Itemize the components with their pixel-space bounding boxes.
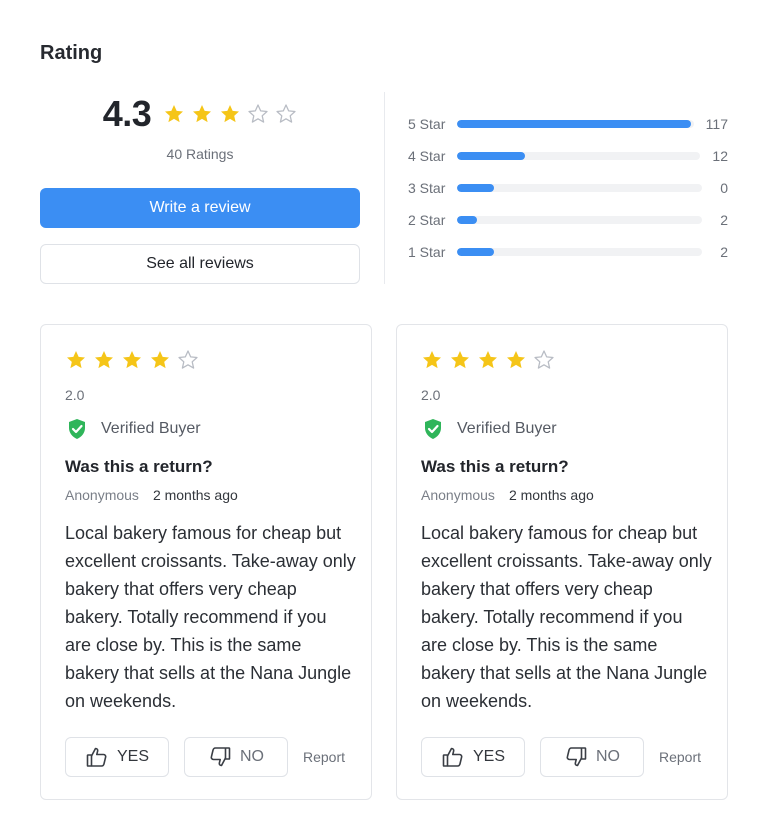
report-link[interactable]: Report [303,749,345,765]
star-icon [191,103,213,125]
star-icon [247,103,269,125]
distribution-row: 1 Star 2 [408,240,728,264]
review-time: 2 months ago [152,487,238,503]
distribution-fill [457,120,692,128]
helpful-yes-button[interactable]: YES [421,737,525,777]
verified-badge: Verified Buyer [421,417,557,441]
star-icon [505,349,527,371]
write-review-button[interactable]: Write a review [40,188,360,228]
thumbs-up-icon [85,745,109,769]
distribution-fill [457,184,495,192]
distribution-count: 12 [712,148,728,164]
rating-summary: 4.3 40 Ratings [40,92,360,162]
distribution-label: 5 Star [408,116,446,132]
distribution-count: 2 [720,244,728,260]
summary-stars [163,103,297,125]
distribution-track [457,152,701,160]
distribution-fill [457,152,526,160]
star-icon [93,349,115,371]
verified-shield-icon [421,417,445,441]
thumbs-up-icon [441,745,465,769]
review-body: Local bakery famous for cheap but excell… [421,523,712,711]
distribution-track [457,184,702,192]
no-label: NO [596,748,620,765]
average-score: 4.3 [102,93,152,134]
no-label: NO [240,748,264,765]
review-card: 2.0 Verified Buyer Was this a return? An… [40,324,372,800]
distribution-count: 2 [720,212,728,228]
distribution-track [457,216,702,224]
distribution-label: 3 Star [408,180,446,196]
review-stars [421,349,555,371]
review-rating: 2.0 [65,387,85,403]
distribution-row: 3 Star 0 [408,176,728,200]
see-all-reviews-button[interactable]: See all reviews [40,244,360,284]
distribution-track [457,120,694,128]
star-icon [65,349,87,371]
star-icon [177,349,199,371]
helpful-yes-button[interactable]: YES [65,737,169,777]
star-icon [421,349,443,371]
distribution-label: 4 Star [408,148,446,164]
score-row: 4.3 [40,92,360,136]
review-meta: Anonymous 2 months ago [65,487,238,503]
distribution-row: 4 Star 12 [408,144,728,168]
verified-badge: Verified Buyer [65,417,201,441]
distribution-row: 2 Star 2 [408,208,728,232]
distribution-label: 2 Star [408,212,446,228]
helpful-no-button[interactable]: NO [540,737,644,777]
star-icon [121,349,143,371]
review-time: 2 months ago [508,487,594,503]
review-author: Anonymous [421,487,495,503]
section-title: Rating [40,42,103,64]
review-rating: 2.0 [421,387,441,403]
yes-label: YES [472,748,505,765]
star-icon [149,349,171,371]
helpful-no-button[interactable]: NO [184,737,288,777]
thumbs-down-icon [208,745,232,769]
review-body: Local bakery famous for cheap but excell… [65,523,356,711]
verified-label: Verified Buyer [101,420,201,437]
thumbs-down-icon [564,745,588,769]
yes-label: YES [116,748,149,765]
star-icon [533,349,555,371]
ratings-count: 40 Ratings [166,146,234,162]
distribution-count: 0 [720,180,728,196]
review-author: Anonymous [65,487,139,503]
distribution-count: 117 [705,116,728,132]
distribution-label: 1 Star [408,244,446,260]
review-stars [65,349,199,371]
review-title: Was this a return? [65,457,213,476]
distribution-track [457,248,702,256]
verified-label: Verified Buyer [457,420,557,437]
star-icon [275,103,297,125]
review-meta: Anonymous 2 months ago [421,487,594,503]
star-icon [163,103,185,125]
divider [384,92,385,284]
review-title: Was this a return? [421,457,569,476]
rating-distribution: 5 Star 117 4 Star 12 3 Star 0 2 Star 2 1… [408,112,728,272]
distribution-fill [457,248,495,256]
verified-shield-icon [65,417,89,441]
distribution-fill [457,216,477,224]
star-icon [477,349,499,371]
report-link[interactable]: Report [659,749,701,765]
distribution-row: 5 Star 117 [408,112,728,136]
star-icon [449,349,471,371]
star-icon [219,103,241,125]
review-card: 2.0 Verified Buyer Was this a return? An… [396,324,728,800]
